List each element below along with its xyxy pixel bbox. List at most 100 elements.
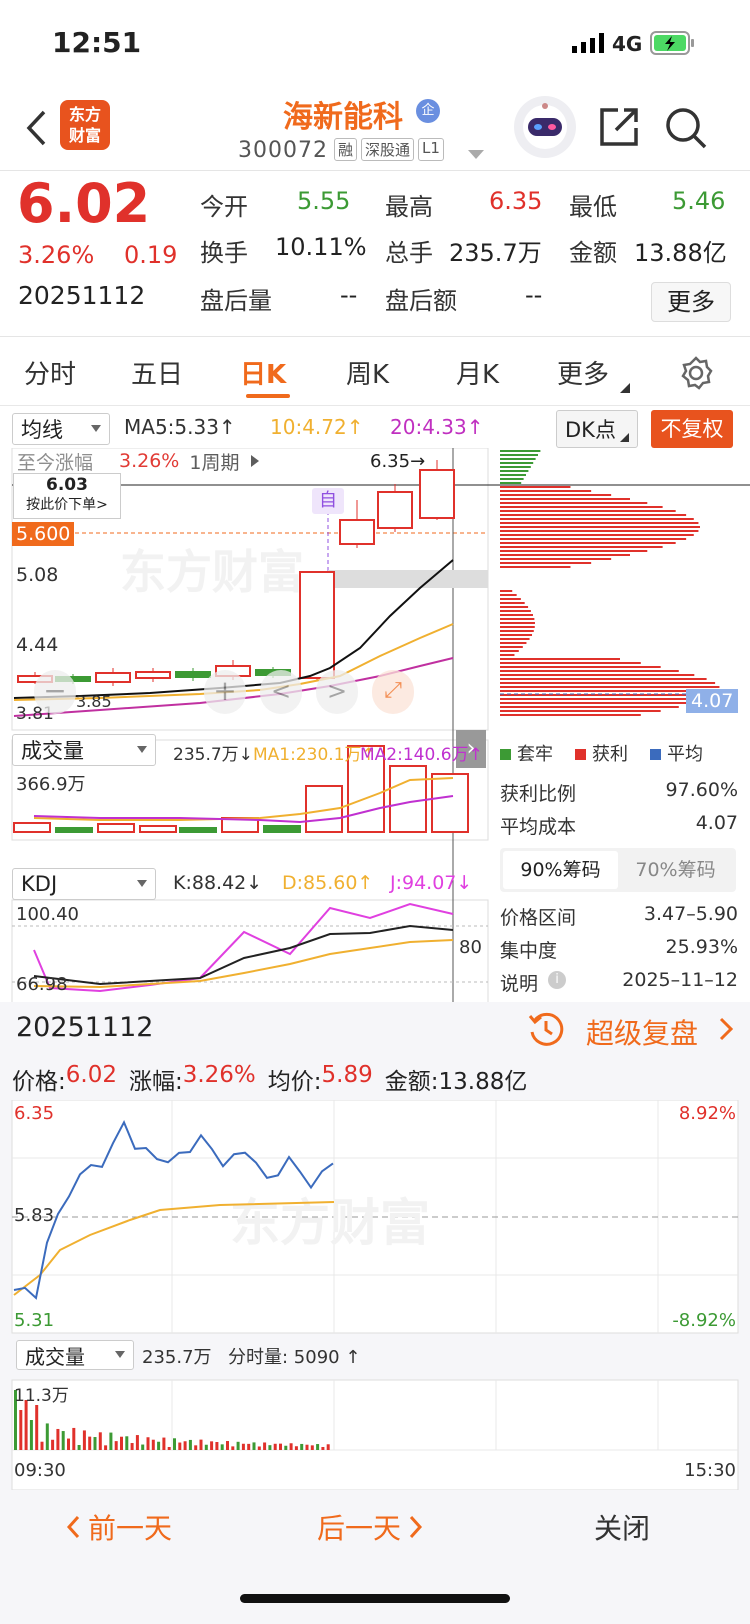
after-volume-value: --	[340, 281, 358, 309]
chips-tab-90[interactable]: 90%筹码	[503, 851, 618, 889]
super-replay-link[interactable]: 超级复盘	[586, 1012, 698, 1052]
robot-avatar-icon[interactable]	[514, 96, 576, 158]
chips-tab-70[interactable]: 70%筹码	[618, 851, 733, 889]
total-volume-value: 235.7万	[449, 239, 542, 267]
intraday-volume-bar	[263, 1442, 267, 1450]
right-icon[interactable]: >	[316, 670, 358, 714]
chip-bar	[500, 698, 707, 700]
chip-bar	[500, 478, 524, 480]
time-end: 15:30	[684, 1460, 736, 1481]
kdj-select[interactable]: KDJ	[12, 868, 156, 900]
price-range-label: 价格区间	[500, 907, 577, 929]
more-button[interactable]: 更多	[651, 282, 731, 322]
intraday-volume-bar	[289, 1443, 293, 1450]
intraday-volume-bar	[231, 1446, 235, 1450]
chips-tabs: 90%筹码 70%筹码	[500, 848, 736, 892]
change-pct: 3.26%	[18, 241, 95, 269]
profit-ratio-value: 97.60%	[665, 779, 738, 801]
dropdown-icon[interactable]	[468, 145, 484, 164]
profit-ratio-label: 获利比例	[500, 783, 577, 805]
self-tag: 自	[312, 488, 344, 514]
chip-bar	[500, 450, 541, 452]
note-value: 2025–11–12	[622, 969, 738, 991]
chip-bar	[500, 526, 700, 528]
kdj-top: 100.40	[16, 904, 79, 925]
intraday-volume-bar	[247, 1443, 251, 1450]
prev-day-button[interactable]: 前一天	[66, 1507, 172, 1547]
back-icon[interactable]	[24, 108, 48, 152]
close-button[interactable]: 关闭	[594, 1507, 650, 1547]
minus-icon[interactable]: −	[34, 670, 76, 714]
after-volume-label: 盘后量	[200, 287, 272, 315]
low-label: 最低	[569, 193, 617, 221]
search-icon[interactable]	[664, 106, 708, 154]
history-icon[interactable]	[527, 1010, 565, 1052]
info-price-label: 价格:	[12, 1069, 66, 1095]
tab-intraday[interactable]: 分时	[24, 354, 76, 391]
intraday-volume-bar	[24, 1400, 28, 1450]
super-replay-chevron-icon[interactable]	[718, 1016, 734, 1046]
chip-bar	[500, 670, 679, 672]
volume-bar	[139, 825, 177, 833]
plus-icon[interactable]: +	[204, 670, 246, 714]
chip-bar	[500, 666, 661, 668]
left-icon[interactable]: <	[260, 670, 302, 714]
chip-bar	[500, 534, 694, 536]
next-day-button[interactable]: 后一天	[317, 1507, 423, 1547]
intraday-volume-max: 11.3万	[14, 1386, 69, 1406]
tag-level: L1	[418, 138, 444, 161]
turnover-value: 10.11%	[275, 233, 367, 261]
expand-icon[interactable]: ⤢	[372, 670, 414, 714]
intraday-volume-bar	[178, 1442, 182, 1450]
intraday-volume-bar	[146, 1437, 150, 1450]
amount-value: 13.88亿	[634, 239, 727, 267]
ma-select[interactable]: 均线	[12, 413, 110, 445]
chip-bar	[500, 602, 525, 604]
volume-bar	[179, 827, 217, 833]
intraday-volume-bar	[173, 1438, 176, 1450]
kline-chart[interactable]: 东方财富	[0, 448, 750, 1008]
intraday-volume-bar	[104, 1445, 108, 1450]
chip-bar	[500, 642, 527, 644]
chip-bar	[500, 494, 612, 496]
tab-monthly-k[interactable]: 月K	[456, 354, 499, 391]
volume-select[interactable]: 成交量	[12, 734, 156, 766]
tab-five-day[interactable]: 五日	[131, 354, 183, 391]
intraday-volume-bar	[273, 1443, 277, 1450]
legend-trapped: 套牢	[500, 740, 553, 766]
intraday-volume-bar	[72, 1427, 76, 1450]
chip-bar	[500, 634, 533, 636]
chip-bar	[500, 566, 571, 568]
chart-toolbar: − + < > ⤢	[34, 670, 414, 714]
tab-daily-k[interactable]: 日K	[240, 354, 286, 391]
amount-label: 金额	[569, 239, 617, 267]
settings-gear-icon[interactable]	[678, 355, 714, 395]
header-divider	[0, 170, 750, 171]
fq-button[interactable]: 不复权	[651, 410, 733, 448]
intraday-volume-bar	[284, 1445, 288, 1450]
intraday-volume-select[interactable]: 成交量	[16, 1340, 134, 1370]
order-box[interactable]: 6.03 按此价下单>	[13, 473, 121, 519]
intraday-volume-bar	[252, 1442, 256, 1450]
chip-bar	[500, 490, 592, 492]
intraday-volume-bar	[204, 1444, 208, 1450]
intraday-volume-bar	[316, 1444, 320, 1450]
last-price: 6.02	[17, 172, 151, 235]
intraday-volume-bar	[236, 1441, 240, 1450]
share-icon[interactable]	[598, 106, 640, 152]
intraday-volume-bar	[19, 1410, 23, 1450]
dk-button[interactable]: DK点	[556, 410, 638, 448]
chip-bar	[500, 622, 535, 624]
tab-more-corner-icon	[620, 378, 630, 397]
chip-bar	[500, 650, 519, 652]
legend-profit: 获利	[575, 740, 628, 766]
chip-bar	[500, 486, 571, 488]
chip-bar	[500, 474, 526, 476]
info-icon[interactable]: i	[548, 971, 566, 989]
chip-bar	[500, 610, 531, 612]
tab-weekly-k[interactable]: 周K	[346, 354, 389, 391]
intraday-chart[interactable]: 东方财富	[0, 1100, 750, 1490]
tab-more[interactable]: 更多	[557, 354, 609, 391]
after-amount-label: 盘后额	[385, 287, 457, 315]
price-tag: 5.600	[12, 522, 75, 546]
